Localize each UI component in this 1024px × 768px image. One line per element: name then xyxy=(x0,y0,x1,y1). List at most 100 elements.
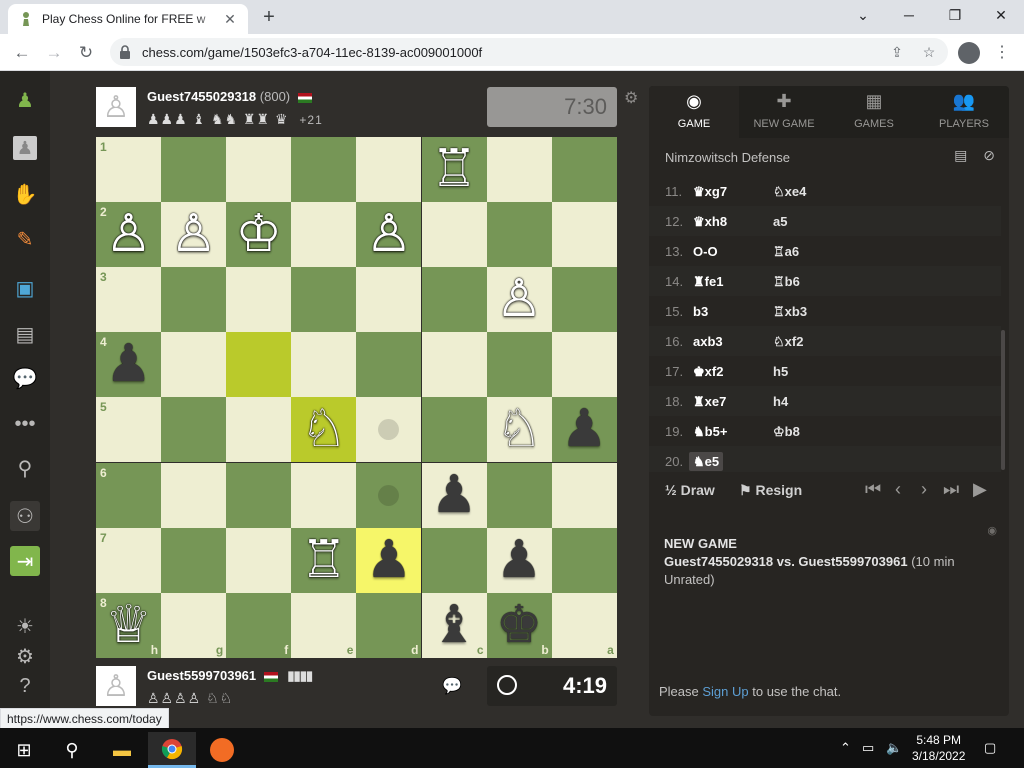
board-square[interactable] xyxy=(486,202,552,268)
user-icon[interactable]: ⚇ xyxy=(10,501,40,531)
board-square[interactable] xyxy=(551,332,617,398)
legal-move-dot[interactable] xyxy=(378,484,400,506)
white-piece[interactable]: ♙ xyxy=(356,202,421,267)
address-bar[interactable]: chess.com/game/1503efc3-a704-11ec-8139-a… xyxy=(110,38,948,66)
black-move[interactable]: a5 xyxy=(773,214,787,229)
board-square[interactable]: ♖ xyxy=(421,137,487,203)
white-piece[interactable]: ♘ xyxy=(291,397,356,462)
puzzles-icon[interactable]: ✋ xyxy=(10,179,40,209)
board-square[interactable]: b ♚ xyxy=(486,592,552,658)
reload-button[interactable]: ↻ xyxy=(74,41,98,65)
sign-up-link[interactable]: Sign Up xyxy=(702,684,748,699)
next-move-icon[interactable]: › xyxy=(921,479,927,500)
network-icon[interactable]: ▭ xyxy=(862,740,874,756)
white-move[interactable]: ♞e5 xyxy=(689,452,724,471)
black-move[interactable]: ♘xe4 xyxy=(773,184,806,200)
bottom-player-avatar[interactable]: ♙ xyxy=(96,666,136,706)
search-icon[interactable]: ⚲ xyxy=(48,732,96,768)
play-icon[interactable]: ♟ xyxy=(10,133,40,163)
tab-players[interactable]: 👥 PLAYERS xyxy=(919,86,1009,138)
black-piece[interactable]: ♟ xyxy=(96,332,161,397)
board-square[interactable]: d xyxy=(356,592,422,658)
board-square[interactable] xyxy=(226,137,292,203)
move-list[interactable]: 11. ♛xg7 ♘xe4 12. ♛xh8 a5 13. O-O ♖a6 14. ♜fe1 ♖b6 1… xyxy=(649,176,1001,472)
board-square[interactable] xyxy=(356,397,422,463)
board-square[interactable]: 8 h ♕ xyxy=(96,592,162,658)
board-square[interactable]: 3 xyxy=(96,267,162,333)
board-square[interactable]: a xyxy=(551,592,617,658)
legal-move-dot[interactable] xyxy=(378,419,400,441)
board-square[interactable]: 7 xyxy=(96,527,162,593)
tab-new-game[interactable]: ✚ NEW GAME xyxy=(739,86,829,138)
chrome-icon[interactable] xyxy=(148,732,196,768)
chess-logo-icon[interactable]: ♟ xyxy=(10,85,40,115)
white-piece[interactable]: ♔ xyxy=(226,202,291,267)
black-move[interactable]: h4 xyxy=(773,394,788,409)
board-square[interactable] xyxy=(226,267,292,333)
board-square[interactable] xyxy=(291,462,357,528)
board-square[interactable]: 2 ♙ xyxy=(96,202,162,268)
black-piece[interactable]: ♟ xyxy=(422,463,487,528)
social-icon[interactable]: 💬 xyxy=(10,363,40,393)
file-explorer-icon[interactable]: ▬ xyxy=(98,732,146,768)
tab-search-icon[interactable]: ⌄ xyxy=(840,0,886,30)
board-square[interactable] xyxy=(551,267,617,333)
white-move[interactable]: axb3 xyxy=(693,334,723,349)
board-square[interactable]: ♘ xyxy=(486,397,552,463)
tab-close-icon[interactable]: ✕ xyxy=(222,11,238,28)
white-move[interactable]: ♛xg7 xyxy=(693,184,727,200)
profile-avatar-icon[interactable] xyxy=(958,42,980,64)
learn-icon[interactable]: ✎ xyxy=(10,224,40,254)
black-piece[interactable]: ♟ xyxy=(552,397,617,462)
board-square[interactable] xyxy=(161,332,227,398)
board-square[interactable] xyxy=(161,462,227,528)
restore-button[interactable]: ❐ xyxy=(932,0,978,30)
board-square[interactable] xyxy=(356,462,422,528)
board-square[interactable] xyxy=(356,137,422,203)
bookmark-star-icon[interactable]: ☆ xyxy=(920,43,938,61)
board-square[interactable] xyxy=(551,137,617,203)
board-square[interactable] xyxy=(291,332,357,398)
windows-start-icon[interactable]: ⊞ xyxy=(0,732,48,768)
forward-button[interactable]: → xyxy=(42,41,66,65)
board-square[interactable] xyxy=(486,462,552,528)
board-square[interactable] xyxy=(161,137,227,203)
black-piece[interactable]: ♚ xyxy=(487,593,552,658)
board-square[interactable]: ♟ xyxy=(421,462,487,528)
board-square[interactable] xyxy=(291,202,357,268)
chat-toggle-icon[interactable]: 💬 xyxy=(442,676,462,696)
board-square[interactable]: ♙ xyxy=(161,202,227,268)
news-icon[interactable]: ▤ xyxy=(10,319,40,349)
tray-chevron-icon[interactable]: ⌃ xyxy=(840,740,851,756)
board-square[interactable] xyxy=(356,332,422,398)
board-square[interactable] xyxy=(421,267,487,333)
white-piece[interactable]: ♙ xyxy=(161,202,226,267)
white-piece[interactable]: ♙ xyxy=(96,202,161,267)
taskbar-clock[interactable]: 5:48 PM 3/18/2022 xyxy=(912,732,965,764)
board-square[interactable]: c ♝ xyxy=(421,592,487,658)
board-square[interactable] xyxy=(226,527,292,593)
white-piece[interactable]: ♖ xyxy=(291,528,356,593)
search-icon[interactable]: ⚲ xyxy=(10,453,40,483)
black-piece[interactable]: ♟ xyxy=(356,528,421,593)
board-square[interactable] xyxy=(486,332,552,398)
board-square[interactable]: g xyxy=(161,592,227,658)
board-square[interactable]: ♔ xyxy=(226,202,292,268)
compass-icon[interactable]: ⊘ xyxy=(983,147,995,163)
move-list-scrollbar[interactable] xyxy=(1001,330,1005,470)
board-square[interactable] xyxy=(226,332,292,398)
board-square[interactable] xyxy=(421,332,487,398)
board-settings-gear-icon[interactable]: ⚙ xyxy=(624,88,638,108)
board-square[interactable] xyxy=(291,137,357,203)
white-piece[interactable]: ♘ xyxy=(487,397,552,462)
board-square[interactable]: e xyxy=(291,592,357,658)
board-square[interactable] xyxy=(421,527,487,593)
board-square[interactable] xyxy=(161,267,227,333)
board-square[interactable] xyxy=(161,397,227,463)
white-move[interactable]: ♜xe7 xyxy=(693,394,726,410)
board-square[interactable] xyxy=(226,397,292,463)
sign-in-icon[interactable]: ⇥ xyxy=(10,546,40,576)
board-square[interactable]: ♟ xyxy=(356,527,422,593)
white-piece[interactable]: ♙ xyxy=(487,267,552,332)
chess-board[interactable]: 1 ♖ 2 ♙ ♙ ♔ ♙ 3 ♙ 4 ♟ 5 ♘ ♘ ♟ 6 ♟ 7 ♖ ♟ ♟ 8 h ♕ g f e d c ♝ b ♚ a xyxy=(96,137,617,658)
